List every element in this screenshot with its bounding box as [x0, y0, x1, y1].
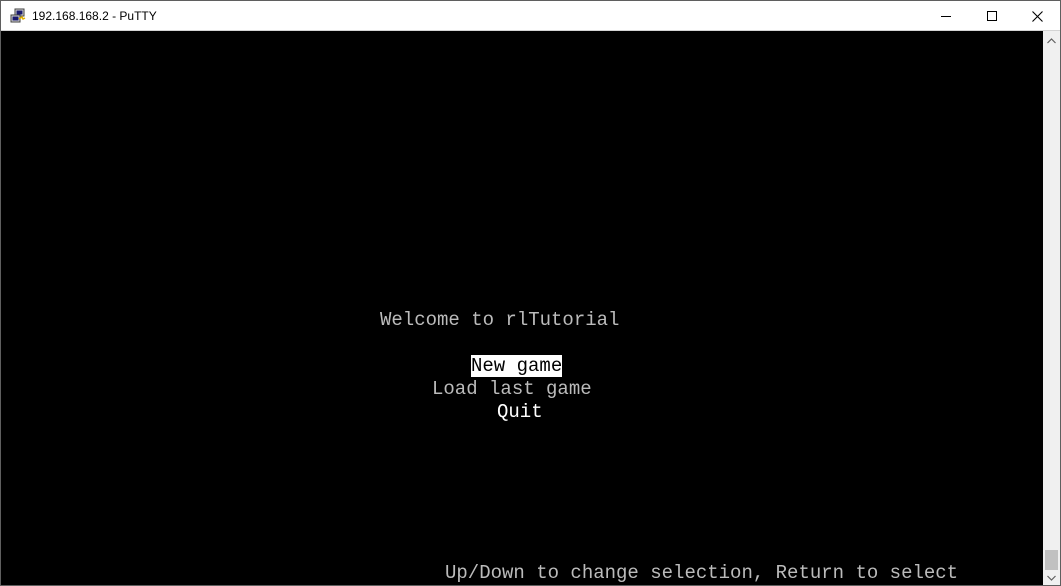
maximize-icon — [987, 11, 997, 21]
putty-icon[interactable] — [10, 8, 26, 24]
minimize-button[interactable] — [923, 1, 969, 31]
scroll-up-arrow-icon — [1047, 31, 1056, 49]
minimize-icon — [941, 11, 951, 21]
close-button[interactable] — [1014, 1, 1060, 31]
putty-window: 192.168.168.2 - PuTTY Welcome to rlTutor… — [0, 0, 1061, 586]
vertical-scrollbar[interactable] — [1043, 31, 1060, 585]
window-title: 192.168.168.2 - PuTTY — [32, 9, 157, 23]
scroll-up-button[interactable] — [1043, 31, 1060, 48]
menu-item-new-game[interactable]: New game — [471, 355, 563, 377]
welcome-text: Welcome to rlTutorial — [380, 309, 620, 331]
scroll-track[interactable] — [1043, 48, 1060, 550]
scroll-down-button[interactable] — [1043, 568, 1060, 585]
menu-item-load-last-game[interactable]: Load last game — [432, 378, 592, 400]
status-line: Up/Down to change selection, Return to s… — [445, 562, 959, 584]
title-bar[interactable]: 192.168.168.2 - PuTTY — [1, 1, 1060, 31]
terminal-screen[interactable]: Welcome to rlTutorial New game Load last… — [1, 31, 1043, 585]
scroll-down-arrow-icon — [1047, 568, 1056, 586]
maximize-button[interactable] — [969, 1, 1015, 31]
menu-item-quit[interactable]: Quit — [497, 401, 543, 423]
close-icon — [1031, 10, 1043, 22]
